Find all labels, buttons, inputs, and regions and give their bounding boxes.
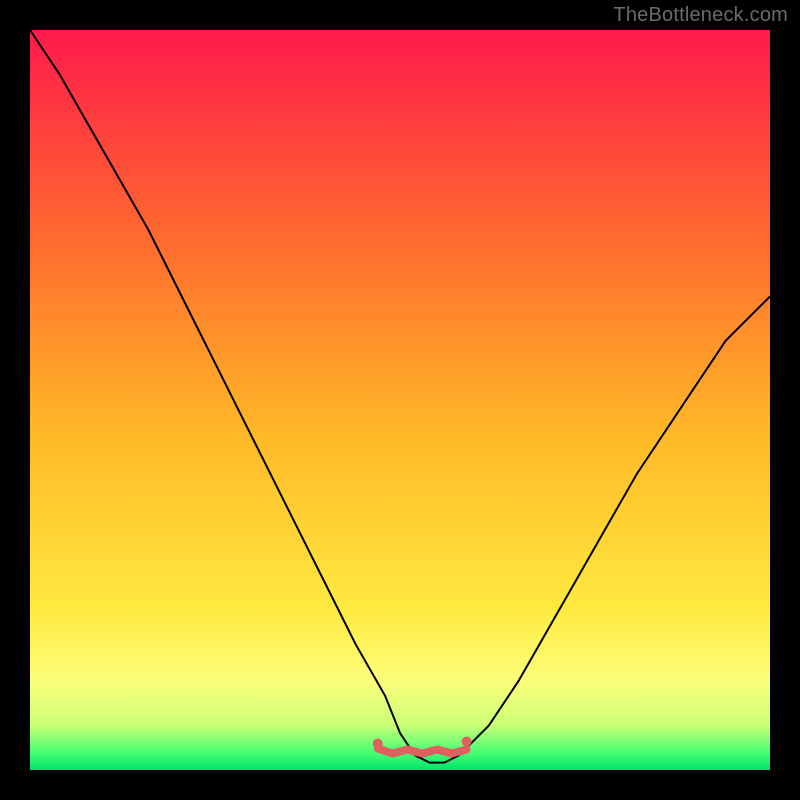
- chart-container: TheBottleneck.com: [0, 0, 800, 800]
- bottleneck-chart: [0, 0, 800, 800]
- highlight-dot: [373, 739, 383, 749]
- plot-background: [30, 30, 770, 770]
- highlight-dot: [462, 737, 472, 747]
- watermark-label: TheBottleneck.com: [613, 4, 788, 27]
